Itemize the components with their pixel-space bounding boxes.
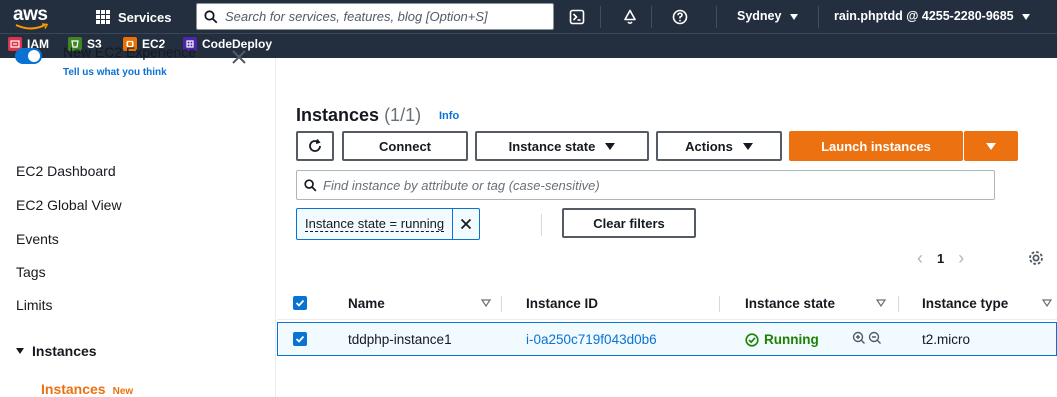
services-label: Services [118,9,172,25]
global-search-input[interactable] [225,9,545,24]
new-badge: New [112,386,134,397]
remove-filter-icon[interactable] [453,209,479,239]
aws-smile-icon [15,23,49,30]
sidebar-item-limits[interactable]: Limits [16,297,53,313]
sidebar-section-instances[interactable]: Instances [16,343,97,359]
instance-state-button[interactable]: Instance state [475,131,649,161]
page-title-text: Instances [296,105,380,125]
current-page[interactable]: 1 [937,251,944,266]
nav-main-row: aws Services Search for services, featur… [0,0,1057,33]
divider [541,214,542,236]
zoom-in-icon[interactable] [852,331,866,345]
table-header: Name Instance ID Instance state Instance… [277,288,1057,320]
global-search[interactable] [196,3,554,30]
caret-down-icon [16,348,24,354]
actions-button[interactable]: Actions [656,131,782,161]
prev-page-icon[interactable]: ‹ [917,248,923,269]
nav-divider [716,6,717,28]
zoom-out-icon[interactable] [868,331,882,345]
zoom-controls [852,331,882,345]
instance-filter[interactable] [296,170,995,200]
instance-state-status: Running [745,332,819,347]
instance-name: tddphp-instance1 [348,332,452,347]
launch-dropdown-button[interactable] [964,131,1018,161]
services-menu-button[interactable]: Services [96,8,172,26]
sidebar-item-ec2-global-view[interactable]: EC2 Global View [16,197,122,213]
clear-filters-button[interactable]: Clear filters [562,208,696,238]
sidebar-section-label: Instances [32,343,97,359]
nav-divider [651,6,652,28]
row-checkbox[interactable] [293,332,307,346]
caret-down-icon [986,142,996,150]
instance-state-label: Instance state [508,138,596,154]
gear-icon[interactable] [1027,249,1045,267]
column-header-instance-state[interactable]: Instance state [745,296,835,311]
caret-down-icon [605,142,616,150]
instance-id-link[interactable]: i-0a250c719f043d0b6 [526,332,657,347]
filter-token-label[interactable]: Instance state = running [297,209,454,239]
launch-instances-button[interactable]: Launch instances [789,131,963,161]
info-link[interactable]: Info [439,110,459,122]
region-selector[interactable]: Sydney [737,9,798,23]
select-all-checkbox[interactable] [293,296,307,310]
account-label: rain.phptdd @ 4255-2280-9685 [834,9,1014,23]
filter-token: Instance state = running [296,208,481,240]
sidebar-item-tags[interactable]: Tags [16,264,46,280]
aws-logo[interactable]: aws [13,4,55,30]
column-divider [501,296,502,312]
check-icon [295,335,305,343]
sidebar-item-events[interactable]: Events [16,231,59,247]
caret-down-icon [789,14,798,20]
close-sidebar-icon[interactable] [229,47,249,67]
feedback-link[interactable]: Tell us what you think [63,67,167,78]
connect-label: Connect [379,138,431,154]
sidebar-item-ec2-dashboard[interactable]: EC2 Dashboard [16,163,116,179]
column-header-name[interactable]: Name [348,296,385,311]
nav-divider [818,6,819,28]
table-row[interactable]: tddphp-instance1 i-0a250c719f043d0b6 Run… [277,322,1057,356]
launch-instances-label: Launch instances [821,138,931,154]
check-icon [295,299,305,307]
new-experience-toggle[interactable] [15,48,42,64]
actions-label: Actions [685,138,733,154]
next-page-icon[interactable]: › [958,248,964,269]
instance-filter-input[interactable] [323,177,983,193]
refresh-icon [309,138,321,152]
caret-down-icon [742,142,753,150]
column-divider [719,296,720,312]
filter-token-text: Instance state = running [305,216,445,232]
connect-button[interactable]: Connect [342,131,468,161]
search-icon [297,178,323,192]
refresh-button[interactable] [296,131,334,161]
instance-count: (1/1) [384,105,422,125]
nav-divider [600,6,601,28]
account-menu[interactable]: rain.phptdd @ 4255-2280-9685 [834,9,1031,23]
favorite-codedeploy[interactable]: CodeDeploy [183,37,272,51]
instance-type: t2.micro [922,332,971,347]
region-label: Sydney [737,9,782,23]
instance-state-text: Running [764,332,819,347]
column-header-instance-type[interactable]: Instance type [922,296,1008,311]
new-experience-title: New EC2 Experience [63,44,197,60]
caret-down-icon [1022,14,1031,20]
search-icon [197,9,225,24]
pagination: ‹ 1 › [917,247,964,269]
column-header-instance-id[interactable]: Instance ID [526,296,598,311]
bell-icon[interactable] [619,6,641,28]
sidebar-item-label: Instances [41,381,106,397]
sidebar-item-instances[interactable]: Instances New [41,381,133,397]
help-icon[interactable] [669,6,691,28]
services-grid-icon [96,10,110,24]
running-status-icon [745,332,759,347]
clear-filters-label: Clear filters [593,215,665,231]
sort-icon[interactable] [1042,299,1052,307]
sort-icon[interactable] [876,299,886,307]
cloudshell-icon[interactable] [566,6,588,28]
column-divider [898,296,899,312]
page-title: Instances (1/1) [296,105,421,126]
sort-icon[interactable] [481,299,491,307]
